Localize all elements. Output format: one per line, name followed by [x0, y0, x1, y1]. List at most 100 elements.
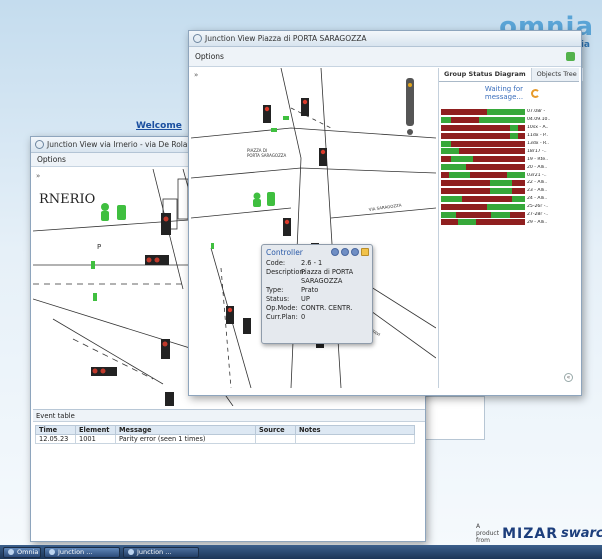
group-row[interactable]: 13dx - R.. [441, 140, 577, 148]
group-row[interactable]: 22 - Alli.. [441, 179, 577, 187]
group-timeline [441, 187, 525, 194]
back-icon[interactable] [331, 248, 339, 256]
green-phase [441, 195, 462, 202]
group-label: 10sx - A.. [527, 125, 549, 131]
controller-field-0: Code: 2.6 - 1 [266, 259, 372, 268]
col-notes[interactable]: Notes [295, 425, 415, 435]
options-menu[interactable]: Options [37, 155, 66, 164]
controller-popup[interactable]: Controller Code: 2.6 - 1 Description: Piazz… [261, 244, 373, 344]
taskbar-item-label: Junction ... [58, 548, 93, 556]
green-phase [441, 116, 452, 123]
table-row[interactable]: 12.05.23 1001 Parity error (seen 1 times… [35, 434, 415, 444]
expand-icon[interactable]: » [194, 71, 202, 79]
window-icon [35, 140, 44, 149]
cell-message: Parity error (seen 1 times) [115, 434, 256, 444]
background-panel [423, 396, 485, 440]
group-label: 18r17 -.. [527, 148, 547, 154]
green-phase [512, 195, 525, 202]
welcome-link[interactable]: Welcome [136, 121, 182, 131]
group-label: 03r21 -.. [527, 172, 547, 178]
group-status-diagram: 07.08r - 04.09.10.. 10sx - A.. 11dx - P.. 13… [441, 108, 577, 226]
start-label: Omnia [17, 548, 39, 556]
window-titlebar[interactable]: Junction View Piazza di PORTA SARAGOZZA [189, 31, 581, 47]
group-row[interactable]: 23 - Alli.. [441, 187, 577, 195]
forward-icon[interactable] [351, 248, 359, 256]
window-icon [49, 549, 55, 555]
controller-field-value: Piazza di PORTA SARAGOZZA [301, 268, 354, 285]
group-row[interactable]: 29 - Alli.. [441, 218, 577, 226]
controller-field-value: 0 [301, 313, 306, 321]
group-label: 20 - Alli.. [527, 164, 548, 170]
group-label: 13dx - R.. [527, 141, 550, 146]
col-element[interactable]: Element [75, 425, 116, 435]
group-row[interactable]: 04.09.10.. [441, 116, 577, 124]
group-row[interactable]: 11dx - P.. [441, 132, 577, 140]
group-row[interactable]: 03r21 -.. [441, 171, 577, 179]
cell-element: 1001 [75, 434, 116, 444]
options-menu[interactable]: Options [195, 52, 224, 61]
taskbar: Omnia Junction ... Junction ... [0, 545, 602, 559]
group-timeline [441, 195, 525, 202]
event-table-panel: Event table Time Element Message Source … [33, 409, 425, 541]
group-label: 19 - Rte.. [527, 156, 549, 162]
controller-field-value: Prato [301, 286, 319, 294]
refresh-icon[interactable] [566, 52, 575, 61]
controller-field-key: Curr.Plan: [266, 313, 298, 321]
green-phase [489, 179, 513, 186]
green-phase [441, 211, 457, 218]
group-row[interactable]: 24 - Alli.. [441, 195, 577, 203]
group-label: 29 - Alli.. [527, 219, 548, 225]
group-row[interactable]: 25-26r -.. [441, 203, 577, 211]
controller-field-2: Type: Prato [266, 286, 372, 295]
controller-field-key: Code: [266, 259, 286, 267]
col-time[interactable]: Time [35, 425, 76, 435]
group-timeline [441, 156, 525, 163]
svg-text:VIA SARAGOZZA: VIA SARAGOZZA [368, 202, 402, 212]
omnia-icon [8, 549, 14, 555]
controller-fields: Code: 2.6 - 1 Description: Piazza di PORTA … [262, 259, 372, 322]
cell-notes [295, 434, 415, 444]
expand-icon[interactable]: » [36, 172, 44, 180]
group-timeline [441, 124, 525, 131]
controller-field-value: CONTR. CENTR. [301, 304, 353, 312]
waiting-message: Waiting for message... [484, 85, 524, 101]
taskbar-item-junction-2[interactable]: Junction ... [123, 546, 199, 558]
group-label: 22 - Alli.. [527, 180, 548, 186]
group-row[interactable]: 18r17 -.. [441, 147, 577, 155]
group-row[interactable]: 20 - Alli.. [441, 163, 577, 171]
tab-bar: Group Status Diagram Objects Tree [439, 68, 583, 82]
group-timeline [441, 148, 525, 155]
controller-field-4: Op.Mode: CONTR. CENTR. [266, 304, 372, 313]
window-icon [193, 34, 202, 43]
controller-field-1: Description: Piazza di PORTA SARAGOZZA [266, 268, 372, 286]
loading-spinner-icon [531, 89, 540, 98]
controller-field-5: Curr.Plan: 0 [266, 313, 372, 322]
swarco-logo: swarco [561, 526, 602, 541]
mizar-logo: MIZAR [502, 525, 558, 542]
group-row[interactable]: 07.08r - [441, 108, 577, 116]
taskbar-item-junction-1[interactable]: Junction ... [44, 546, 120, 558]
map-label-piazza: PORTA SARAGOZZA [247, 153, 287, 158]
group-timeline [441, 172, 525, 179]
green-phase [506, 172, 525, 179]
junction-map[interactable]: » [191, 68, 436, 388]
svg-text:P: P [97, 243, 101, 251]
green-phase [509, 132, 519, 139]
info-icon[interactable] [341, 248, 349, 256]
group-row[interactable]: 19 - Rte.. [441, 155, 577, 163]
cell-time: 12.05.23 [35, 434, 76, 444]
tab-objects-tree[interactable]: Objects Tree [532, 68, 583, 81]
cell-source [255, 434, 296, 444]
start-button[interactable]: Omnia [3, 546, 41, 558]
col-message[interactable]: Message [115, 425, 256, 435]
tab-group-status-diagram[interactable]: Group Status Diagram [439, 68, 532, 81]
product-from-text: A product from [476, 523, 500, 544]
green-phase [478, 116, 525, 123]
scroll-down-icon[interactable]: « [564, 373, 573, 382]
green-phase [441, 140, 452, 147]
group-row[interactable]: 27-28r -.. [441, 211, 577, 219]
group-row[interactable]: 10sx - A.. [441, 124, 577, 132]
close-icon[interactable] [361, 248, 369, 256]
map-label: RNERIO [39, 192, 95, 207]
col-source[interactable]: Source [255, 425, 296, 435]
